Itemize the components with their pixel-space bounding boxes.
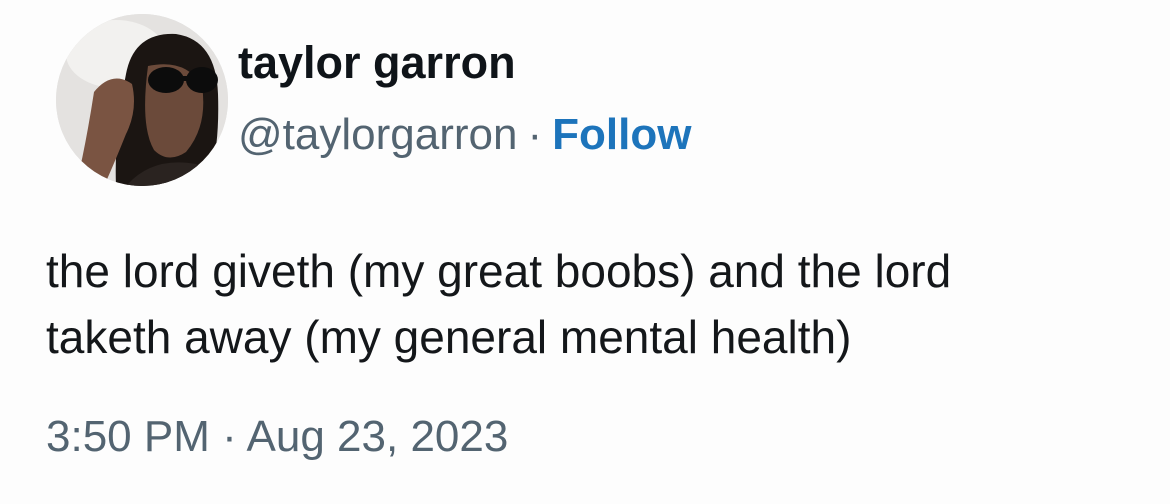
tweet-body: the lord giveth (my great boobs) and the… [46,238,1166,370]
tweet-card: taylor garron @taylorgarron · Follow the l… [0,0,1170,504]
tweet-text-line: taketh away (my general mental health) [46,311,852,363]
tweet-timestamp[interactable]: 3:50 PM · Aug 23, 2023 [46,408,508,466]
handle-separator: · [527,110,543,159]
tweet-text-line: the lord giveth (my great boobs) and the… [46,245,952,297]
avatar-photo-icon [56,14,228,186]
author-display-name[interactable]: taylor garron [238,36,516,90]
author-handle[interactable]: @taylorgarron [238,110,517,159]
author-avatar[interactable] [56,14,228,186]
author-handle-row: @taylorgarron · Follow [238,108,691,162]
follow-button[interactable]: Follow [552,110,691,159]
